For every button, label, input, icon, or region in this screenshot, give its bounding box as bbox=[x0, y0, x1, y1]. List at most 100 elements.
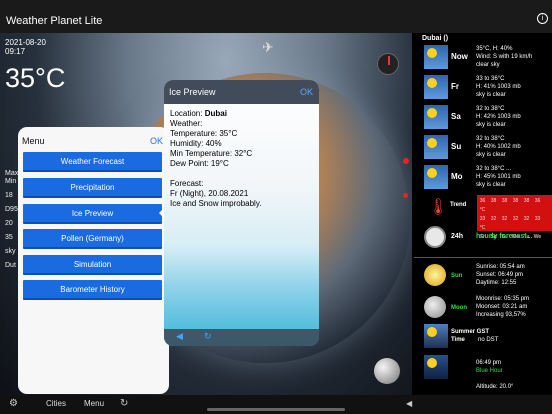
detail-line: D95 bbox=[5, 206, 18, 213]
day-label: Sa bbox=[451, 112, 461, 121]
current-temperature: 35°C bbox=[5, 63, 66, 93]
altitude-details: Altitude: 20.0° bbox=[476, 383, 550, 391]
trend-max: 38 bbox=[512, 198, 519, 204]
detail-line: 35°C, H: 40% bbox=[476, 46, 513, 52]
summer-time-row[interactable]: Summer GST Time no DST bbox=[414, 324, 552, 348]
sunny-icon bbox=[424, 45, 448, 69]
bottom-toolbar: ⚙ Cities Menu ↻ ◀ bbox=[0, 395, 552, 414]
date: 2021-08-20 bbox=[5, 38, 46, 47]
detail-line: 32 to 38°C ... bbox=[476, 166, 512, 172]
moon-icon[interactable] bbox=[374, 358, 400, 384]
settings-icon[interactable]: ⚙ bbox=[9, 398, 18, 409]
summer-time-value: no DST bbox=[478, 337, 499, 343]
location-label: Location: bbox=[170, 109, 203, 118]
menu-tab[interactable]: Menu bbox=[84, 399, 104, 408]
clock-icon bbox=[424, 226, 446, 248]
forecast-details: 32 to 38°C H: 40% 1002 mb sky is clear bbox=[476, 135, 550, 159]
detail-line: H: 40% 1002 mb bbox=[476, 144, 521, 150]
menu-ok-button[interactable]: OK bbox=[150, 136, 163, 146]
trend-row[interactable]: 🌡 Trend 36 38 38 38 38 36°C 33 32 32 32 32 33°C Fr… bbox=[414, 195, 552, 240]
menu-item-weather-forecast[interactable]: Weather Forecast bbox=[23, 152, 162, 172]
cities-tab[interactable]: Cities bbox=[46, 399, 66, 408]
day-label: Su bbox=[451, 142, 462, 151]
day-label: Fr bbox=[451, 82, 459, 91]
sunny-icon bbox=[424, 75, 448, 99]
detail-line: sky is clear bbox=[476, 122, 506, 128]
date-time: 2021-08-20 09:17 bbox=[5, 38, 46, 56]
menu-item-simulation[interactable]: Simulation bbox=[23, 255, 162, 275]
detail-line: Wind: S with 19 km/h bbox=[476, 54, 533, 60]
compass-icon[interactable] bbox=[377, 53, 399, 75]
refresh-icon[interactable]: ↻ bbox=[120, 398, 128, 409]
detail-line: H: 41% 1003 mb bbox=[476, 84, 521, 90]
trend-max: 36 bbox=[479, 198, 486, 204]
sun-label: Sun bbox=[451, 273, 463, 279]
location-value: Dubai bbox=[204, 109, 227, 118]
sunny-icon bbox=[424, 165, 448, 189]
blue-hour-row[interactable]: 06:49 pm Blue Hour bbox=[414, 355, 552, 379]
menu-title: Menu bbox=[22, 136, 45, 146]
trend-min: 33 bbox=[479, 216, 486, 222]
menu-item-precipitation[interactable]: Precipitation bbox=[23, 178, 162, 198]
detail-line: 32 to 38°C bbox=[476, 136, 505, 142]
day-label: Now bbox=[451, 52, 468, 61]
back-icon[interactable]: ◀ bbox=[176, 331, 183, 342]
trend-max: 38 bbox=[501, 198, 508, 204]
airplane-icon: ✈ bbox=[262, 39, 274, 55]
ice-preview-body: Location: Dubai Weather: Temperature: 35… bbox=[170, 109, 318, 209]
sun-row[interactable]: Sun Sunrise: 05:54 am Sunset: 06:49 pm D… bbox=[414, 263, 552, 289]
info-icon[interactable]: i bbox=[537, 13, 548, 24]
detail-line: Daytime: 12:55 bbox=[476, 280, 517, 286]
trend-max: 38 bbox=[523, 198, 530, 204]
day-label: Mo bbox=[451, 172, 463, 181]
summer-time-label: Summer GST bbox=[451, 329, 490, 335]
indicator-dot bbox=[403, 158, 409, 164]
trend-min: 32 bbox=[490, 216, 497, 222]
min-temperature-line: Min Temperature: 32°C bbox=[170, 149, 253, 158]
back-icon[interactable]: ◀ bbox=[406, 399, 412, 408]
detail-line: 18 bbox=[5, 192, 13, 199]
indicator-dot bbox=[403, 193, 408, 198]
sun-details: Sunrise: 05:54 am Sunset: 06:49 pm Dayti… bbox=[476, 263, 550, 287]
detail-line: sky is clear bbox=[476, 92, 506, 98]
dew-point-line: Dew Point: 19°C bbox=[170, 159, 229, 168]
detail-line: Sunset: 06:49 pm bbox=[476, 272, 524, 278]
trend-min: 33 bbox=[534, 216, 541, 222]
location-name: Dubai () bbox=[422, 35, 449, 42]
forecast-panel: Dubai () Now 35°C, H: 40% Wind: S with 1… bbox=[414, 33, 552, 395]
moon-row[interactable]: Moon Moonrise: 05:35 pm Moonset: 03:21 a… bbox=[414, 295, 552, 321]
temperature-line: Temperature: 35°C bbox=[170, 129, 238, 138]
ice-preview-ok-button[interactable]: OK bbox=[300, 87, 313, 97]
sun-icon bbox=[424, 264, 446, 286]
ice-preview-toolbar: ◀ ↻ bbox=[164, 329, 319, 346]
time: 09:17 bbox=[5, 47, 26, 56]
trend-max-row: 36 38 38 38 38 36°C bbox=[477, 195, 552, 213]
menu-item-pollen[interactable]: Pollen (Germany) bbox=[23, 229, 162, 249]
forecast-text: Ice and Snow improbably. bbox=[170, 199, 262, 208]
trend-label: Trend bbox=[450, 202, 467, 208]
detail-line: Min bbox=[5, 178, 17, 185]
hourly-link[interactable]: hourly forecast... bbox=[476, 233, 550, 241]
ice-preview-title: Ice Preview bbox=[169, 87, 216, 97]
forecast-details: 32 to 38°C ... H: 45% 1001 mb sky is cle… bbox=[476, 165, 550, 189]
forecast-label: Forecast: bbox=[170, 179, 204, 188]
home-indicator bbox=[207, 408, 345, 411]
trend-min: 32 bbox=[501, 216, 508, 222]
trend-max: 36 bbox=[534, 198, 541, 204]
hourly-label: 24h bbox=[451, 233, 464, 240]
thermometer-icon: 🌡 bbox=[428, 199, 449, 216]
detail-line: 32 to 38°C bbox=[476, 106, 505, 112]
menu-item-barometer-history[interactable]: Barometer History bbox=[23, 280, 162, 300]
menu-item-ice-preview[interactable]: Ice Preview bbox=[23, 204, 162, 224]
sunny-icon bbox=[424, 135, 448, 159]
hourly-row[interactable]: 24h hourly forecast... bbox=[414, 225, 552, 251]
detail-line: Moonrise: 05:35 pm bbox=[476, 296, 530, 302]
blue-hour-time: 06:49 pm bbox=[476, 360, 502, 366]
detail-line: sky is clear bbox=[476, 152, 506, 158]
refresh-icon[interactable]: ↻ bbox=[204, 331, 212, 342]
altitude-row[interactable]: Altitude: 20.0° bbox=[414, 383, 552, 395]
detail-line: sky bbox=[5, 248, 16, 255]
moon-details: Moonrise: 05:35 pm Moonset: 03:21 am Inc… bbox=[476, 295, 550, 319]
forecast-details: 33 to 36°C H: 41% 1003 mb sky is clear bbox=[476, 75, 550, 99]
detail-line: H: 42% 1003 mb bbox=[476, 114, 521, 120]
